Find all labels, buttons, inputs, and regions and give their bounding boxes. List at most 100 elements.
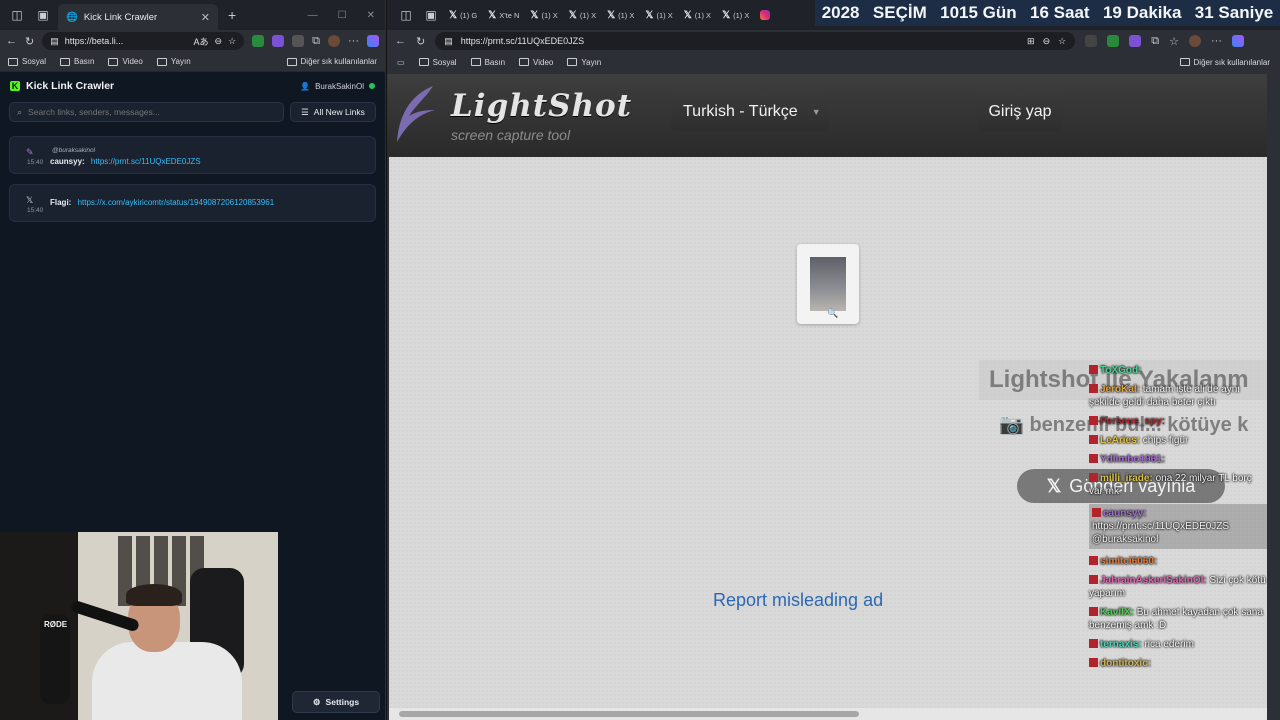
site-info-icon[interactable]: ▤ (50, 36, 59, 47)
maximize-icon[interactable]: ☐ (338, 10, 347, 21)
bookmark-yayin[interactable]: Yayın (156, 57, 191, 66)
chat-badge-icon (1089, 639, 1098, 648)
election-countdown-overlay: 2028 SEÇİM 1015 Gün 16 Saat 19 Dakika 31… (815, 0, 1280, 26)
tab-x[interactable]: 𝕏 (1) X (526, 4, 561, 26)
link-message-card[interactable]: ✎ 15:40 @buraksakinol caunsyy: https://p… (9, 136, 376, 174)
bookmark-sosyal[interactable]: Sosyal (8, 57, 46, 66)
extension-icon[interactable] (272, 35, 285, 47)
refresh-icon[interactable]: ↻ (416, 35, 425, 48)
x-logo-icon: 𝕏 (530, 9, 539, 21)
chat-username: JahrainAskeriSakinOl: (1100, 575, 1210, 586)
tab-x[interactable]: 𝕏 (1) X (718, 4, 753, 26)
more-menu-icon[interactable]: ··· (348, 35, 359, 47)
bookmark-sosyal[interactable]: Sosyal (418, 58, 457, 67)
horizontal-scrollbar[interactable] (389, 708, 1267, 720)
zoom-icon[interactable]: ⊖ (215, 36, 223, 47)
search-box[interactable]: ⌕ (9, 102, 284, 122)
tab-x[interactable]: 𝕏 (1) X (565, 4, 600, 26)
bookmark-yayin[interactable]: Yayın (567, 58, 601, 67)
tab-x[interactable]: 𝕏 (1) X (603, 4, 638, 26)
webcam-person-hair (126, 584, 182, 606)
webcam-person-body (92, 642, 242, 720)
extension-icon[interactable] (1085, 35, 1098, 47)
tab-actions-icon[interactable]: ▣ (32, 4, 54, 26)
chat-badge-icon (1089, 416, 1098, 425)
message-link[interactable]: https://x.com/aykiricomtr/status/1949087… (78, 198, 275, 207)
workspaces-icon[interactable]: ◫ (395, 4, 417, 26)
filter-icon: ☰ (301, 106, 309, 117)
report-misleading-ad-link[interactable]: Report misleading ad (713, 590, 883, 611)
search-input[interactable] (28, 107, 276, 117)
more-menu-icon[interactable]: ··· (1211, 35, 1222, 47)
message-line: Flagi: https://x.com/aykiricomtr/status/… (50, 198, 274, 207)
left-browser-window: ◫ ▣ 🌐 Kick Link Crawler ✕ + — ☐ ✕ ← ↻ ▤ … (0, 0, 386, 720)
refresh-icon[interactable]: ↻ (25, 35, 34, 48)
reading-list-icon[interactable]: ▭ (397, 58, 405, 67)
tab-actions-icon[interactable]: ▣ (420, 4, 442, 26)
right-nav-bar: ← ↻ ▤ https://prnt.sc/11UQxEDE0JZS ⊞ ⊖ ☆… (387, 30, 1280, 52)
chat-username: Perseus_spy: (1100, 416, 1166, 427)
new-tab-icon[interactable]: + (228, 7, 236, 23)
extension-icon[interactable] (252, 35, 265, 47)
chat-badge-icon (1089, 473, 1098, 482)
chat-message: milli_irade: ona 22 milyar TL borç var m… (1089, 472, 1267, 498)
language-select[interactable]: Turkish - Türkçe ▼ (671, 93, 829, 131)
read-aloud-icon[interactable]: Aあ (194, 35, 209, 48)
tab-x[interactable]: 𝕏 (1) X (641, 4, 676, 26)
lightshot-logo[interactable]: LightShot (451, 88, 632, 124)
address-bar[interactable]: ▤ https://beta.li... Aあ ⊖ ☆ (42, 32, 245, 50)
chat-message: JahrainAskeriSakinOl: Sizi çok kötü yapa… (1089, 574, 1267, 600)
x-logo-icon: 𝕏 (607, 9, 616, 21)
user-icon: 👤 (300, 81, 311, 91)
message-sender: caunsyy: (50, 157, 85, 166)
tab-x[interactable]: 𝕏 X'te N (484, 4, 523, 26)
back-icon[interactable]: ← (395, 35, 406, 47)
profile-avatar[interactable] (328, 35, 340, 47)
bookmark-other[interactable]: Diğer sık kullanılanlar (286, 57, 377, 66)
folder-icon (1179, 58, 1190, 66)
tab-instagram[interactable] (756, 4, 774, 26)
bookmark-other[interactable]: Diğer sık kullanılanlar (1179, 58, 1270, 67)
extension-icon[interactable] (292, 35, 305, 47)
settings-button[interactable]: ⚙ Settings (292, 691, 380, 713)
user-status[interactable]: 👤 BurakSakinOl (300, 82, 375, 91)
zoom-icon[interactable]: ⊖ (1043, 36, 1051, 47)
workspaces-icon[interactable]: ◫ (6, 4, 28, 26)
tab-kick-link-crawler[interactable]: 🌐 Kick Link Crawler ✕ (58, 4, 218, 30)
lightshot-content: 🔍 Report misleading ad Lightshot ile Yak… (389, 157, 1269, 708)
extensions-puzzle-icon[interactable]: ⧉ (312, 35, 320, 48)
link-message-card[interactable]: 𝕏 15:40 Flagi: https://x.com/aykiricomtr… (9, 184, 376, 222)
extensions-puzzle-icon[interactable]: ⧉ (1151, 35, 1159, 48)
bookmark-video[interactable]: Video (108, 57, 143, 66)
extension-icon[interactable] (1107, 35, 1120, 47)
minimize-icon[interactable]: — (308, 10, 318, 21)
app-install-icon[interactable]: ⊞ (1027, 36, 1035, 47)
login-button[interactable]: Giriş yap (977, 93, 1063, 131)
extension-icon[interactable] (1129, 35, 1142, 47)
tab-x[interactable]: 𝕏 (1) G (445, 4, 481, 26)
bookmark-basin[interactable]: Basın (60, 57, 94, 66)
copilot-icon[interactable] (367, 35, 379, 47)
favorites-icon[interactable]: ☆ (1169, 35, 1179, 48)
profile-avatar[interactable] (1188, 35, 1201, 47)
vertical-scrollbar[interactable] (1267, 74, 1280, 720)
copilot-icon[interactable] (1231, 35, 1244, 47)
bookmark-basin[interactable]: Basın (470, 58, 505, 67)
favorite-star-icon[interactable]: ☆ (1058, 36, 1066, 47)
tab-x[interactable]: 𝕏 (1) X (680, 4, 715, 26)
message-link[interactable]: https://prnt.sc/11UQxEDE0JZS (91, 157, 201, 166)
scrollbar-thumb[interactable] (399, 711, 859, 717)
bookmark-label: Yayın (170, 57, 191, 66)
bookmark-video[interactable]: Video (519, 58, 553, 67)
close-window-icon[interactable]: ✕ (367, 10, 375, 21)
back-icon[interactable]: ← (6, 35, 17, 47)
site-info-icon[interactable]: ▤ (444, 36, 453, 47)
screenshot-thumbnail[interactable]: 🔍 (797, 244, 859, 324)
favorite-star-icon[interactable]: ☆ (228, 36, 236, 47)
filter-all-new-links-button[interactable]: ☰ All New Links (290, 102, 376, 122)
left-tab-bar: ◫ ▣ 🌐 Kick Link Crawler ✕ + — ☐ ✕ (0, 0, 385, 30)
chat-username: ternaxis: (1100, 639, 1145, 650)
bookmark-label: Diğer sık kullanılanlar (300, 57, 377, 66)
close-tab-icon[interactable]: ✕ (201, 11, 210, 24)
address-bar[interactable]: ▤ https://prnt.sc/11UQxEDE0JZS ⊞ ⊖ ☆ (435, 32, 1076, 50)
